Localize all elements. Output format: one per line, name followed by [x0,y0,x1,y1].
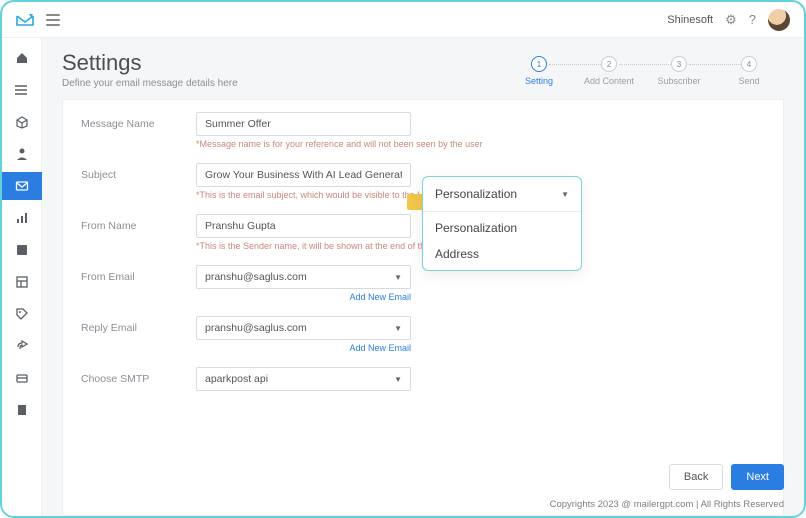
chevron-down-icon: ▼ [394,324,402,333]
sidebar-doc[interactable] [2,396,42,424]
sidebar-home[interactable] [2,44,42,72]
chevron-down-icon: ▼ [394,375,402,384]
reply-email-label: Reply Email [81,316,196,334]
avatar[interactable] [768,9,790,31]
page-title: Settings [62,50,238,76]
step-add-content[interactable]: 2Add Content [574,56,644,86]
settings-card: Message Name *Message name is for your r… [62,99,784,516]
sidebar-list[interactable] [2,76,42,104]
copyright: Copyrights 2023 @ mailergpt.com | All Ri… [550,499,784,510]
sidebar-card[interactable] [2,364,42,392]
sidebar-tag[interactable] [2,300,42,328]
from-name-input[interactable] [196,214,411,238]
back-button[interactable]: Back [669,464,723,490]
from-name-label: From Name [81,214,196,232]
page-subtitle: Define your email message details here [62,78,238,89]
message-name-hint: *Message name is for your reference and … [196,139,483,149]
step-subscriber[interactable]: 3Subscriber [644,56,714,86]
message-name-label: Message Name [81,112,196,130]
sidebar-share[interactable] [2,332,42,360]
personalization-dropdown: Personalization▼ Personalization Address [422,176,582,271]
subject-input[interactable] [196,163,411,187]
step-setting[interactable]: 1Setting [504,56,574,86]
step-send[interactable]: 4Send [714,56,784,86]
sidebar [2,38,42,516]
settings-gear-icon[interactable]: ⚙ [725,12,737,28]
help-icon[interactable]: ? [749,12,756,27]
sidebar-image[interactable] [2,236,42,264]
chevron-down-icon: ▼ [394,273,402,282]
chevron-down-icon: ▼ [561,190,569,199]
app-logo-icon [16,13,34,27]
sidebar-analytics[interactable] [2,204,42,232]
personalization-select[interactable]: Personalization▼ [423,177,581,212]
from-name-hint: *This is the Sender name, it will be sho… [196,241,454,251]
sidebar-template[interactable] [2,268,42,296]
sidebar-email[interactable] [2,172,42,200]
message-name-input[interactable] [196,112,411,136]
smtp-label: Choose SMTP [81,367,196,385]
from-email-label: From Email [81,265,196,283]
sidebar-box[interactable] [2,108,42,136]
subject-hint: *This is the email subject, which would … [196,190,437,200]
from-email-select[interactable]: pranshu@saglus.com▼ [196,265,411,289]
smtp-select[interactable]: aparkpost api▼ [196,367,411,391]
subject-label: Subject [81,163,196,181]
sidebar-user[interactable] [2,140,42,168]
menu-toggle-icon[interactable] [46,14,60,26]
user-name[interactable]: Shinesoft [667,14,713,26]
dropdown-option-personalization[interactable]: Personalization [423,212,581,238]
add-from-email-link[interactable]: Add New Email [196,292,411,302]
topbar: Shinesoft ⚙ ? [2,2,804,38]
reply-email-select[interactable]: pranshu@saglus.com▼ [196,316,411,340]
dropdown-option-address[interactable]: Address [423,238,581,264]
stepper: 1Setting 2Add Content 3Subscriber 4Send [504,50,784,86]
add-reply-email-link[interactable]: Add New Email [196,343,411,353]
next-button[interactable]: Next [731,464,784,490]
